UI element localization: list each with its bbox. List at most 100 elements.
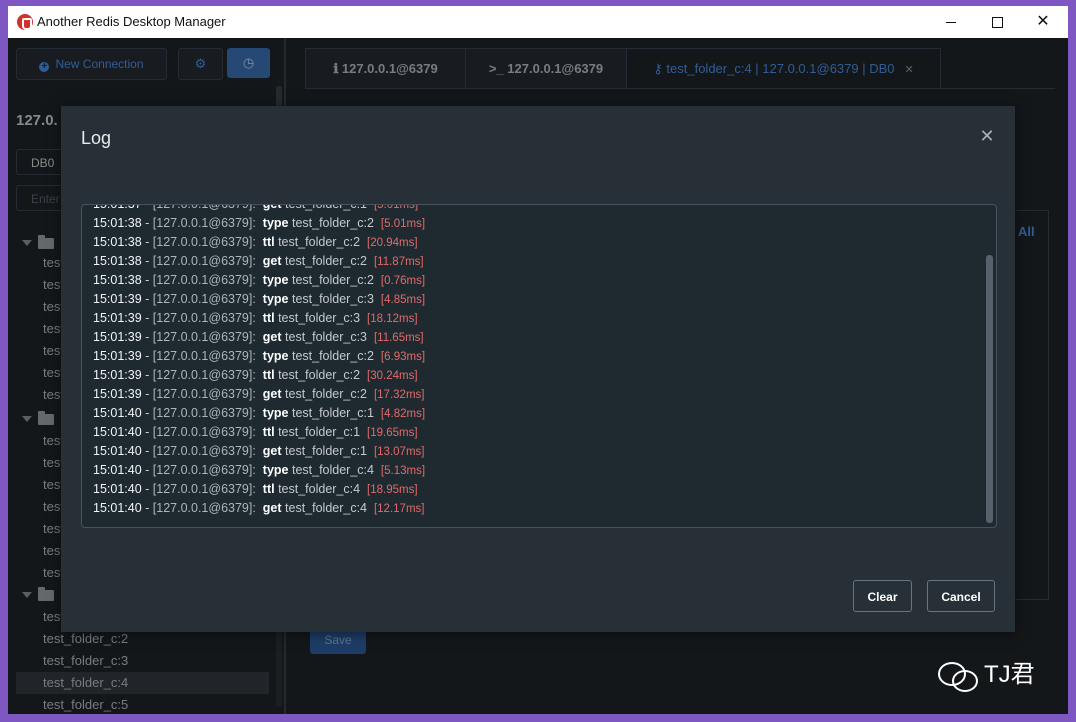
close-window-button[interactable]: ✕ (1020, 6, 1066, 38)
log-list: 15:01:37 - [127.0.0.1@6379]: get test_fo… (81, 204, 997, 528)
log-time: 15:01:40 (93, 425, 142, 439)
log-entry: 15:01:40 - [127.0.0.1@6379]: ttl test_fo… (93, 423, 425, 442)
log-command: get (262, 254, 282, 268)
log-separator: - (141, 216, 153, 230)
log-duration: [20.94ms] (367, 237, 418, 249)
log-spacer (256, 425, 263, 439)
log-spacer (256, 311, 263, 325)
log-host: [127.0.0.1@6379]: (152, 349, 256, 363)
log-host: [127.0.0.1@6379]: (152, 425, 256, 439)
log-separator: - (141, 254, 153, 268)
log-key: test_folder_c:2 (291, 273, 374, 287)
log-host: [127.0.0.1@6379]: (152, 273, 256, 287)
log-command: type (262, 292, 289, 306)
log-spacer (367, 444, 374, 458)
log-spacer (360, 235, 367, 249)
log-duration: [6.93ms] (380, 351, 426, 363)
log-separator: - (141, 311, 153, 325)
log-command: type (262, 406, 289, 420)
log-spacer (256, 205, 263, 211)
log-entry: 15:01:40 - [127.0.0.1@6379]: get test_fo… (93, 499, 425, 518)
log-spacer (374, 406, 381, 420)
log-host: [127.0.0.1@6379]: (152, 501, 256, 515)
log-key: test_folder_c:3 (291, 292, 374, 306)
log-separator: - (141, 292, 153, 306)
log-duration: [5.01ms] (380, 218, 426, 230)
log-key: test_folder_c:1 (291, 406, 374, 420)
log-duration: [11.87ms] (373, 256, 424, 268)
log-duration: [18.12ms] (367, 313, 418, 325)
log-separator: - (141, 235, 153, 249)
log-entry: 15:01:39 - [127.0.0.1@6379]: type test_f… (93, 347, 425, 366)
log-time: 15:01:39 (93, 330, 142, 344)
log-spacer (374, 463, 381, 477)
log-spacer (374, 216, 381, 230)
log-spacer (367, 501, 374, 515)
log-key: test_folder_c:4 (285, 501, 368, 515)
log-spacer (374, 292, 381, 306)
app-logo-icon (17, 14, 33, 30)
log-entry: 15:01:37 - [127.0.0.1@6379]: get test_fo… (93, 204, 425, 214)
log-separator: - (141, 482, 153, 496)
log-time: 15:01:39 (93, 368, 142, 382)
log-spacer (374, 273, 381, 287)
log-entry: 15:01:40 - [127.0.0.1@6379]: ttl test_fo… (93, 480, 425, 499)
log-spacer (360, 311, 367, 325)
log-host: [127.0.0.1@6379]: (152, 204, 256, 211)
log-key: test_folder_c:1 (285, 204, 368, 211)
dialog-title: Log (81, 128, 112, 148)
log-separator: - (141, 387, 153, 401)
log-duration: [17.32ms] (373, 389, 425, 401)
log-entry: 15:01:40 - [127.0.0.1@6379]: get test_fo… (93, 442, 425, 461)
log-command: get (262, 501, 282, 515)
minimize-button[interactable] (928, 6, 974, 38)
log-command: type (262, 216, 289, 230)
log-duration: [13.07ms] (373, 446, 425, 458)
log-time: 15:01:40 (93, 482, 142, 496)
log-spacer (256, 292, 263, 306)
log-spacer (256, 330, 263, 344)
log-time: 15:01:40 (93, 501, 142, 515)
log-separator: - (141, 425, 153, 439)
log-spacer (367, 205, 374, 211)
log-host: [127.0.0.1@6379]: (152, 330, 256, 344)
log-duration: [30.24ms] (367, 370, 418, 382)
log-key: test_folder_c:2 (291, 216, 374, 230)
log-spacer (256, 254, 263, 268)
log-host: [127.0.0.1@6379]: (152, 463, 256, 477)
log-separator: - (141, 463, 153, 477)
log-time: 15:01:38 (93, 254, 142, 268)
log-spacer (360, 482, 367, 496)
log-time: 15:01:40 (93, 444, 142, 458)
log-spacer (367, 330, 374, 344)
log-time: 15:01:40 (93, 406, 142, 420)
close-icon[interactable]: ✕ (977, 126, 997, 146)
log-key: test_folder_c:1 (278, 425, 361, 439)
log-spacer (256, 273, 263, 287)
title-bar: Another Redis Desktop Manager ✕ (8, 6, 1068, 38)
maximize-button[interactable] (974, 6, 1020, 38)
log-time: 15:01:40 (93, 463, 142, 477)
log-entry: 15:01:38 - [127.0.0.1@6379]: type test_f… (93, 271, 425, 290)
log-scrollbar-thumb[interactable] (986, 255, 993, 523)
log-command: type (262, 463, 289, 477)
log-duration: [4.85ms] (380, 294, 426, 306)
log-entry: 15:01:39 - [127.0.0.1@6379]: get test_fo… (93, 328, 425, 347)
log-duration: [18.95ms] (367, 484, 418, 496)
log-command: ttl (262, 311, 275, 325)
log-duration: [11.65ms] (373, 332, 424, 344)
log-time: 15:01:38 (93, 216, 142, 230)
window-title: Another Redis Desktop Manager (37, 14, 226, 29)
cancel-button[interactable]: Cancel (927, 580, 995, 612)
log-entry: 15:01:39 - [127.0.0.1@6379]: get test_fo… (93, 385, 425, 404)
log-spacer (256, 387, 263, 401)
log-spacer (256, 406, 263, 420)
log-entry: 15:01:38 - [127.0.0.1@6379]: type test_f… (93, 214, 425, 233)
log-key: test_folder_c:4 (291, 463, 374, 477)
log-host: [127.0.0.1@6379]: (152, 387, 256, 401)
log-separator: - (141, 204, 153, 211)
clear-button[interactable]: Clear (853, 580, 912, 612)
log-time: 15:01:38 (93, 235, 142, 249)
log-command: ttl (262, 235, 275, 249)
log-entry: 15:01:40 - [127.0.0.1@6379]: type test_f… (93, 404, 425, 423)
